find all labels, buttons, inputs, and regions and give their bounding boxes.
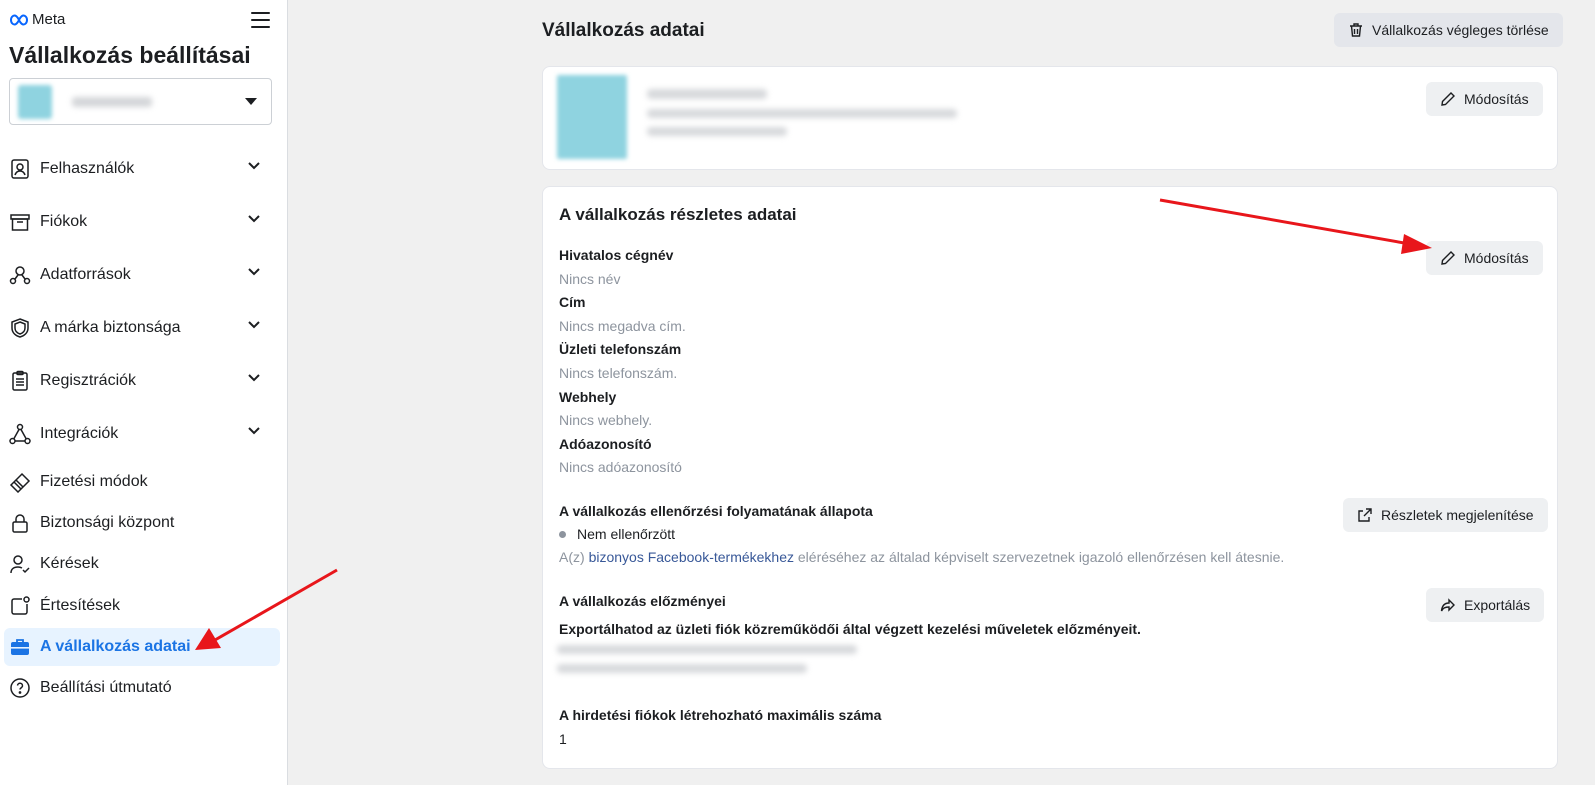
caret-down-icon <box>245 98 257 105</box>
history-blurred-line-1 <box>557 645 857 654</box>
sidebar-item-setup-guide[interactable]: Beállítási útmutató <box>4 669 280 707</box>
delete-business-label: Vállalkozás végleges törlése <box>1372 22 1549 38</box>
business-selector[interactable] <box>9 78 272 125</box>
export-label: Exportálás <box>1464 597 1531 613</box>
edit-label: Módosítás <box>1464 91 1529 107</box>
verification-note: A(z) bizonyos Facebook-termékekhez eléré… <box>559 549 1284 565</box>
verification-status: Nem ellenőrzött <box>577 526 676 542</box>
sidebar-item-label: Adatforrások <box>40 266 131 283</box>
sidebar-item-registrations[interactable]: Regisztrációk <box>4 362 280 400</box>
sidebar-item-label: Beállítási útmutató <box>40 679 172 696</box>
trash-icon <box>1350 23 1362 37</box>
sidebar: Meta Vállalkozás beállításai Felhasználó… <box>0 0 288 785</box>
chevron-down-icon <box>248 321 260 329</box>
show-details-button[interactable]: Részletek megjelenítése <box>1343 498 1548 532</box>
integrations-icon <box>8 422 32 446</box>
sidebar-item-label: Biztonsági központ <box>40 514 175 531</box>
sidebar-item-label: Kérések <box>40 555 99 572</box>
business-avatar <box>18 84 52 119</box>
note-prefix: A(z) <box>559 549 589 565</box>
business-name-blurred <box>647 89 767 99</box>
legal-name-value: Nincs név <box>559 271 621 287</box>
chevron-down-icon <box>248 427 260 435</box>
data-sources-icon <box>8 263 32 287</box>
notification-icon <box>8 594 32 618</box>
max-ad-accounts-value: 1 <box>559 731 567 747</box>
credit-card-icon <box>8 470 32 494</box>
meta-logo[interactable]: Meta <box>9 11 65 28</box>
status-dot <box>559 531 566 538</box>
sidebar-item-business-info[interactable]: A vállalkozás adatai <box>4 628 280 666</box>
tax-id-label: Adóazonosító <box>559 436 652 452</box>
verification-label: A vállalkozás ellenőrzési folyamatának á… <box>559 503 873 519</box>
business-name-blurred <box>72 96 152 107</box>
chevron-down-icon <box>248 374 260 382</box>
meta-infinity-icon <box>9 13 29 26</box>
edit-profile-button[interactable]: Módosítás <box>1426 82 1543 116</box>
sidebar-item-label: Fiókok <box>40 213 88 230</box>
sidebar-item-label: A vállalkozás adatai <box>40 638 191 655</box>
sidebar-item-integrations[interactable]: Integrációk <box>4 415 280 453</box>
sidebar-item-accounts[interactable]: Fiókok <box>4 203 280 241</box>
sidebar-item-label: Regisztrációk <box>40 372 137 389</box>
phone-label: Üzleti telefonszám <box>559 341 682 357</box>
users-icon <box>8 157 32 181</box>
show-details-label: Részletek megjelenítése <box>1381 507 1534 523</box>
chevron-down-icon <box>248 268 260 276</box>
business-detail-blurred <box>647 109 957 118</box>
facebook-products-link[interactable]: bizonyos Facebook-termékekhez <box>589 549 794 565</box>
history-description: Exportálhatod az üzleti fiók közreműködő… <box>559 621 1141 637</box>
help-circle-icon <box>8 676 32 700</box>
sidebar-item-notifications[interactable]: Értesítések <box>4 587 280 625</box>
business-details-card: A vállalkozás részletes adatai Módosítás… <box>542 186 1558 769</box>
lock-icon <box>8 511 32 535</box>
page-title: Vállalkozás adatai <box>542 20 705 41</box>
sidebar-item-requests[interactable]: Kérések <box>4 545 280 583</box>
pencil-icon <box>1441 92 1455 106</box>
sidebar-item-label: Fizetési módok <box>40 473 148 490</box>
address-value: Nincs megadva cím. <box>559 318 686 334</box>
website-value: Nincs webhely. <box>559 412 653 428</box>
business-id-blurred <box>647 127 787 136</box>
address-label: Cím <box>559 294 586 310</box>
max-ad-accounts-label: A hirdetési fiókok létrehozható maximáli… <box>559 707 882 723</box>
sidebar-item-payment-methods[interactable]: Fizetési módok <box>4 463 280 501</box>
chevron-down-icon <box>248 162 260 170</box>
history-blurred-line-2 <box>557 664 807 673</box>
website-label: Webhely <box>559 389 617 405</box>
sidebar-item-label: Értesítések <box>40 597 121 614</box>
person-check-icon <box>8 552 32 576</box>
edit-label: Módosítás <box>1464 250 1529 266</box>
briefcase-icon <box>8 635 32 659</box>
note-suffix: eléréséhez az általad képviselt szerveze… <box>794 549 1285 565</box>
sidebar-item-users[interactable]: Felhasználók <box>4 150 280 188</box>
sidebar-item-label: A márka biztonsága <box>40 319 181 336</box>
share-arrow-icon <box>1440 598 1455 612</box>
sidebar-item-security-center[interactable]: Biztonsági központ <box>4 504 280 542</box>
pencil-icon <box>1441 251 1455 265</box>
sidebar-item-label: Integrációk <box>40 425 119 442</box>
sidebar-item-brand-safety[interactable]: A márka biztonsága <box>4 309 280 347</box>
business-logo-blurred <box>557 75 627 159</box>
sidebar-item-label: Felhasználók <box>40 160 135 177</box>
chevron-down-icon <box>248 215 260 223</box>
business-profile-card: Módosítás <box>542 66 1558 170</box>
details-section-title: A vállalkozás részletes adatai <box>559 205 797 224</box>
hamburger-menu-icon[interactable] <box>251 12 270 28</box>
export-button[interactable]: Exportálás <box>1426 588 1545 622</box>
archive-box-icon <box>8 210 32 234</box>
sidebar-item-data-sources[interactable]: Adatforrások <box>4 256 280 294</box>
delete-business-button[interactable]: Vállalkozás végleges törlése <box>1334 13 1563 47</box>
edit-details-button[interactable]: Módosítás <box>1426 241 1543 275</box>
phone-value: Nincs telefonszám. <box>559 365 678 381</box>
clipboard-icon <box>8 369 32 393</box>
history-label: A vállalkozás előzményei <box>559 593 726 609</box>
meta-logo-text: Meta <box>32 11 66 28</box>
tax-id-value: Nincs adóazonosító <box>559 459 682 475</box>
legal-name-label: Hivatalos cégnév <box>559 247 674 263</box>
shield-icon <box>8 316 32 340</box>
sidebar-title: Vállalkozás beállításai <box>9 42 251 68</box>
external-link-icon <box>1358 508 1372 522</box>
